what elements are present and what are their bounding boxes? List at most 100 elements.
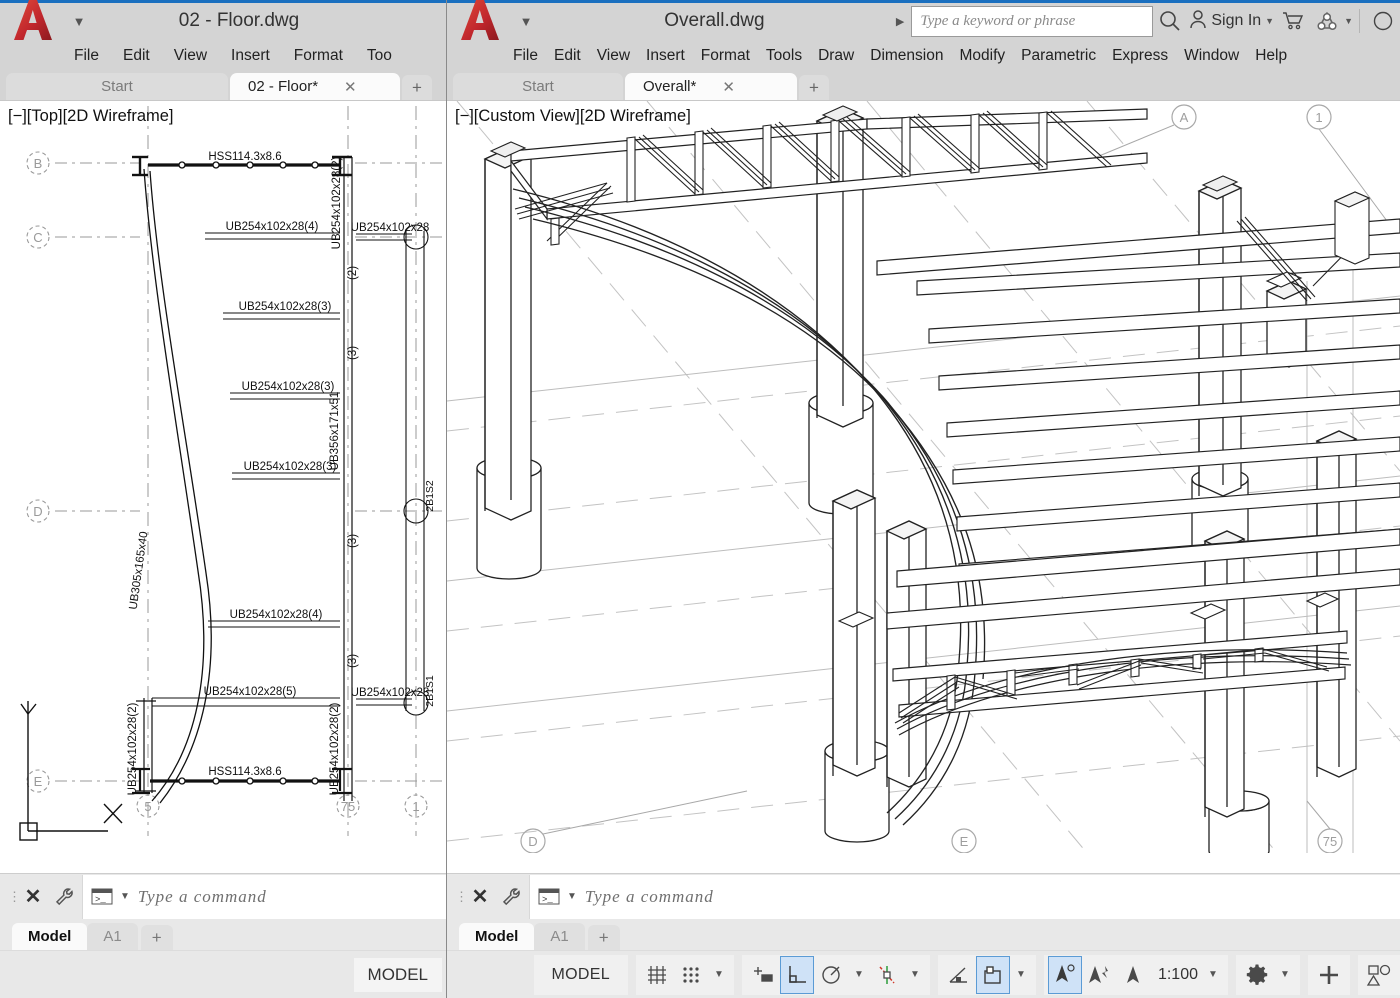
svg-text:UB305x165x40: UB305x165x40 <box>128 531 151 611</box>
search-placeholder: Type a keyword or phrase <box>920 13 1075 30</box>
left-new-tab-button[interactable]: + <box>402 75 432 100</box>
left-command-grip-icon[interactable]: ⋮ <box>8 889 18 905</box>
right-menu-dimension[interactable]: Dimension <box>862 47 951 65</box>
svg-text:UB254x102x28(4): UB254x102x28(4) <box>226 221 319 233</box>
right-file-tab-overall[interactable]: Overall* ✕ <box>625 73 797 100</box>
annotation-scale-dropdown-icon[interactable]: ▼ <box>1202 956 1224 994</box>
autodesk-app-icon[interactable] <box>1310 0 1344 42</box>
search-icon[interactable] <box>1153 0 1187 42</box>
right-command-close-icon[interactable]: ✕ <box>465 884 495 909</box>
left-command-prompt-icon[interactable]: >_ <box>91 888 115 906</box>
right-command-input[interactable]: >_ ▼ Type a command <box>529 875 1400 919</box>
status-model-toggle[interactable]: MODEL <box>538 956 624 994</box>
right-menu-format[interactable]: Format <box>693 47 758 65</box>
right-layout-tab-a1[interactable]: A1 <box>534 923 584 950</box>
left-document-title: 02 - Floor.dwg <box>96 10 446 32</box>
svg-text:(3): (3) <box>347 654 359 668</box>
annotation-scale-icon[interactable] <box>1116 956 1150 994</box>
left-command-close-icon[interactable]: ✕ <box>18 884 48 909</box>
right-menu-window[interactable]: Window <box>1176 47 1247 65</box>
annotation-visibility-icon[interactable] <box>1048 956 1082 994</box>
left-command-prompt-dropdown-icon[interactable]: ▼ <box>120 891 130 902</box>
customization-add-icon[interactable] <box>1312 956 1346 994</box>
right-drawing-canvas[interactable]: [−][Custom View][2D Wireframe] <box>447 100 1400 873</box>
left-menu-tools[interactable]: Too <box>355 47 404 65</box>
grid-display-icon[interactable] <box>640 956 674 994</box>
help-question-icon[interactable] <box>1366 0 1400 42</box>
toolbar-separator <box>1359 9 1360 33</box>
annotation-scale-label[interactable]: 1:100 <box>1150 966 1202 984</box>
right-menu-insert[interactable]: Insert <box>638 47 693 65</box>
right-command-grip-icon[interactable]: ⋮ <box>455 889 465 905</box>
status-group-annotation: 1:100 ▼ <box>1044 955 1228 995</box>
user-account-icon <box>1189 9 1207 34</box>
right-file-tab-start[interactable]: Start <box>453 73 623 100</box>
svg-text:(3): (3) <box>347 346 359 360</box>
left-drawing-canvas[interactable]: [−][Top][2D Wireframe] <box>0 100 446 873</box>
right-new-tab-button[interactable]: + <box>799 75 829 100</box>
search-expand-icon[interactable]: ▶ <box>896 15 904 28</box>
right-menu-edit[interactable]: Edit <box>546 47 589 65</box>
right-3d-structure-drawing: A1 DE75 <box>447 101 1400 853</box>
sign-in-label: Sign In <box>1211 12 1261 30</box>
right-file-tab-close-icon[interactable]: ✕ <box>722 78 735 96</box>
snap-mode-icon[interactable] <box>674 956 708 994</box>
isolate-objects-icon[interactable] <box>1362 956 1396 994</box>
right-viewport-label[interactable]: [−][Custom View][2D Wireframe] <box>455 107 691 126</box>
left-status-model-toggle[interactable]: MODEL <box>354 958 442 992</box>
quick-access-toolbar-dropdown-icon[interactable]: ▼ <box>62 0 96 42</box>
right-command-prompt-dropdown-icon[interactable]: ▼ <box>567 891 577 902</box>
autocad-logo-icon <box>0 0 62 42</box>
gear-icon[interactable] <box>1240 956 1274 994</box>
left-file-tab-start[interactable]: Start <box>6 73 228 100</box>
right-menu-parametric[interactable]: Parametric <box>1013 47 1104 65</box>
object-snap-tracking-icon[interactable] <box>942 956 976 994</box>
infer-constraints-icon[interactable] <box>746 956 780 994</box>
snap-mode-dropdown-icon[interactable]: ▼ <box>708 956 730 994</box>
left-status-bar: MODEL <box>0 950 446 998</box>
ortho-mode-icon[interactable] <box>780 956 814 994</box>
left-menu-file[interactable]: File <box>62 47 111 65</box>
left-layout-tab-a1[interactable]: A1 <box>87 923 137 950</box>
right-menu-draw[interactable]: Draw <box>810 47 862 65</box>
sign-in-dropdown-icon[interactable]: ▼ <box>1265 16 1274 26</box>
left-command-input[interactable]: >_ ▼ Type a command <box>82 875 446 919</box>
left-menu-view[interactable]: View <box>162 47 219 65</box>
left-menu-insert[interactable]: Insert <box>219 47 282 65</box>
object-snap-dropdown-icon[interactable]: ▼ <box>904 956 926 994</box>
right-menu-tools[interactable]: Tools <box>758 47 810 65</box>
left-layout-tab-model[interactable]: Model <box>12 923 87 950</box>
right-menu-file[interactable]: File <box>505 47 546 65</box>
polar-tracking-icon[interactable] <box>814 956 848 994</box>
workspace-dropdown-icon[interactable]: ▼ <box>1274 956 1296 994</box>
left-viewport-label[interactable]: [−][Top][2D Wireframe] <box>8 107 174 126</box>
window-left-floor: ▼ 02 - Floor.dwg File Edit View Insert F… <box>0 0 447 998</box>
left-command-settings-wrench-icon[interactable] <box>48 886 82 908</box>
polar-tracking-dropdown-icon[interactable]: ▼ <box>848 956 870 994</box>
svg-text:D: D <box>33 504 42 519</box>
left-file-tab-floor[interactable]: 02 - Floor* ✕ <box>230 73 400 100</box>
left-file-tab-close-icon[interactable]: ✕ <box>344 78 357 96</box>
auto-scale-icon[interactable] <box>1082 956 1116 994</box>
right-command-placeholder: Type a command <box>585 887 714 907</box>
right-layout-add-button[interactable]: + <box>588 925 620 950</box>
right-menu-modify[interactable]: Modify <box>951 47 1013 65</box>
search-input[interactable]: Type a keyword or phrase <box>911 6 1153 37</box>
ucs-icon[interactable] <box>976 956 1010 994</box>
left-menu-edit[interactable]: Edit <box>111 47 162 65</box>
left-menu-format[interactable]: Format <box>282 47 355 65</box>
object-snap-icon[interactable] <box>870 956 904 994</box>
right-layout-tab-model[interactable]: Model <box>459 923 534 950</box>
right-command-prompt-icon[interactable]: >_ <box>538 888 562 906</box>
right-menu-express[interactable]: Express <box>1104 47 1176 65</box>
right-menu-view[interactable]: View <box>589 47 638 65</box>
right-quick-access-toolbar-dropdown-icon[interactable]: ▼ <box>509 0 543 42</box>
app-menu-dropdown-icon[interactable]: ▼ <box>1344 16 1353 26</box>
left-layout-add-button[interactable]: + <box>141 925 173 950</box>
right-command-settings-wrench-icon[interactable] <box>495 886 529 908</box>
right-menu-help[interactable]: Help <box>1247 47 1295 65</box>
cart-icon[interactable] <box>1276 0 1310 42</box>
left-layout-tab-row: Model A1 + <box>0 919 446 950</box>
ucs-dropdown-icon[interactable]: ▼ <box>1010 956 1032 994</box>
sign-in-button[interactable]: Sign In ▼ <box>1187 9 1276 34</box>
